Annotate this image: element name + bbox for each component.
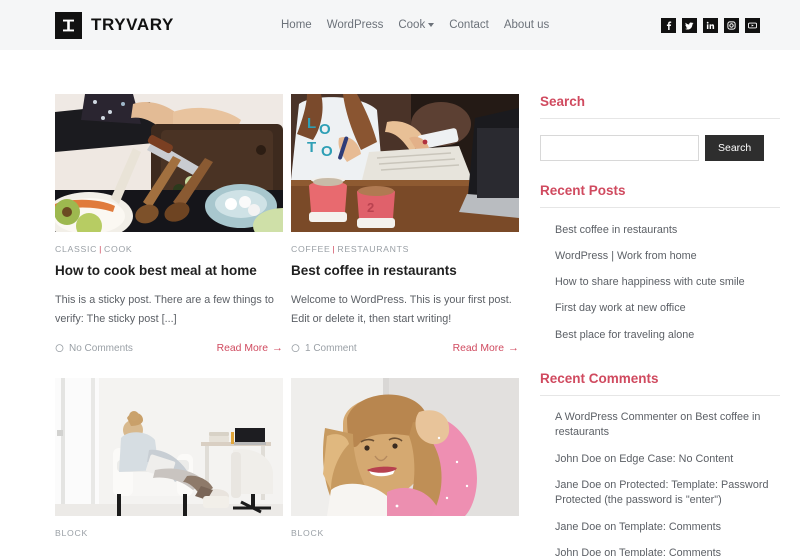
post-categories: COFFEE | RESTAURANTS (291, 244, 519, 254)
nav-label: Home (281, 19, 312, 31)
comment-bubble-icon (291, 343, 300, 353)
list-item[interactable]: Jane Doe on Template: Comments (555, 514, 780, 540)
svg-text:O: O (321, 143, 333, 160)
post-excerpt: Welcome to WordPress. This is your first… (291, 293, 512, 325)
site-brand[interactable]: TRYVARY (55, 11, 174, 39)
comment-count[interactable]: 1 Comment (291, 343, 357, 354)
post-excerpt: This is a sticky post. There are a few t… (55, 293, 274, 325)
post-meta: 1 Comment Read More → (291, 341, 519, 354)
coffee-cups-on-table-image: L O T O 2 (291, 94, 519, 232)
post-meta: No Comments Read More → (55, 341, 283, 354)
svg-text:T: T (307, 139, 316, 156)
svg-text:O: O (319, 121, 331, 138)
list-item[interactable]: Best place for traveling alone (555, 322, 780, 348)
search-widget: Search Search (540, 94, 780, 161)
svg-text:L: L (307, 115, 316, 132)
read-more-label: Read More (452, 342, 504, 354)
svg-text:2: 2 (367, 200, 374, 215)
post-title[interactable]: Best coffee in restaurants (291, 262, 519, 280)
arrow-right-icon: → (272, 341, 283, 354)
post-thumbnail[interactable]: L O T O 2 (291, 94, 519, 232)
search-widget-title: Search (540, 94, 780, 119)
post-thumbnail[interactable] (55, 377, 283, 516)
comment-count-label: No Comments (69, 342, 133, 354)
recent-posts-widget: Recent Posts Best coffee in restaurants … (540, 183, 780, 349)
comment-count[interactable]: No Comments (55, 343, 133, 354)
column-t-logo-icon (55, 11, 82, 39)
category-label[interactable]: BLOCK (55, 528, 88, 538)
recent-posts-title: Recent Posts (540, 183, 780, 208)
facebook-icon[interactable] (661, 17, 676, 33)
post-categories: BLOCK (55, 528, 283, 538)
read-more-label: Read More (216, 342, 268, 354)
social-links (661, 17, 760, 33)
post-thumbnail[interactable] (291, 377, 519, 516)
nav-item-contact[interactable]: Contact (449, 19, 489, 31)
list-item[interactable]: A WordPress Commenter on Best coffee in … (555, 405, 780, 447)
recent-comments-title: Recent Comments (540, 371, 780, 396)
search-input[interactable] (540, 135, 699, 161)
post-categories: BLOCK (291, 528, 519, 538)
woman-in-armchair-image (55, 377, 283, 516)
nav-item-about-us[interactable]: About us (504, 19, 549, 31)
list-item[interactable]: Jane Doe on Protected: Template: Passwor… (555, 473, 780, 515)
page-body: CLASSIC | COOK How to cook best meal at ho… (0, 50, 800, 556)
comment-bubble-icon (55, 343, 64, 353)
post-card[interactable]: BLOCK (291, 377, 519, 538)
read-more-link[interactable]: Read More → (452, 341, 519, 354)
arrow-right-icon: → (508, 341, 519, 354)
category-label[interactable]: COOK (104, 244, 132, 254)
main-navigation: Home WordPress Cook Contact About us (281, 19, 549, 31)
recent-comments-list: A WordPress Commenter on Best coffee in … (540, 405, 780, 556)
category-label[interactable]: CLASSIC (55, 244, 97, 254)
nav-label: About us (503, 19, 550, 31)
woman-chopping-vegetables-image (55, 94, 283, 232)
smiling-woman-pink-jacket-image (291, 377, 519, 516)
instagram-icon[interactable] (724, 17, 739, 33)
chevron-down-icon (428, 23, 435, 27)
post-card[interactable]: BLOCK (55, 377, 283, 538)
search-form: Search (540, 135, 780, 161)
category-label[interactable]: BLOCK (291, 528, 324, 538)
grid-row-gap (55, 354, 520, 378)
category-label[interactable]: RESTAURANTS (337, 244, 409, 254)
post-categories: CLASSIC | COOK (55, 244, 283, 254)
site-header: TRYVARY Home WordPress Cook Contact Abou… (0, 0, 800, 50)
read-more-link[interactable]: Read More → (216, 341, 283, 354)
list-item[interactable]: WordPress | Work from home (555, 243, 780, 269)
recent-comments-widget: Recent Comments A WordPress Commenter on… (540, 371, 780, 556)
nav-item-wordpress[interactable]: WordPress (327, 19, 384, 31)
category-label[interactable]: COFFEE (291, 244, 330, 254)
post-thumbnail[interactable] (55, 94, 283, 232)
list-item[interactable]: Best coffee in restaurants (555, 217, 780, 243)
brand-name: TRYVARY (91, 15, 174, 34)
nav-item-cook[interactable]: Cook (398, 19, 435, 31)
nav-item-home[interactable]: Home (281, 19, 312, 31)
post-title[interactable]: How to cook best meal at home (55, 262, 283, 280)
category-separator: | (99, 244, 103, 254)
post-card[interactable]: CLASSIC | COOK How to cook best meal at ho… (55, 94, 283, 354)
nav-label: Contact (449, 19, 489, 31)
linkedin-icon[interactable] (703, 17, 718, 33)
recent-posts-list: Best coffee in restaurants WordPress | W… (540, 217, 780, 349)
list-item[interactable]: First day work at new office (555, 296, 780, 322)
list-item[interactable]: How to share happiness with cute smile (555, 270, 780, 296)
post-grid: CLASSIC | COOK How to cook best meal at ho… (55, 94, 520, 538)
twitter-icon[interactable] (682, 17, 697, 33)
search-button[interactable]: Search (705, 135, 765, 161)
youtube-icon[interactable] (745, 17, 760, 33)
nav-label: Cook (398, 19, 426, 31)
post-card[interactable]: L O T O 2 COFFEE | RESTAURANTS Best coff… (291, 94, 519, 354)
post-list: CLASSIC | COOK How to cook best meal at ho… (55, 94, 520, 556)
list-item[interactable]: John Doe on Edge Case: No Content (555, 446, 780, 472)
nav-label: WordPress (326, 19, 384, 31)
sidebar: Search Search Recent Posts Best coffee i… (540, 94, 780, 556)
comment-count-label: 1 Comment (305, 342, 357, 354)
list-item[interactable]: John Doe on Template: Comments (555, 541, 780, 556)
